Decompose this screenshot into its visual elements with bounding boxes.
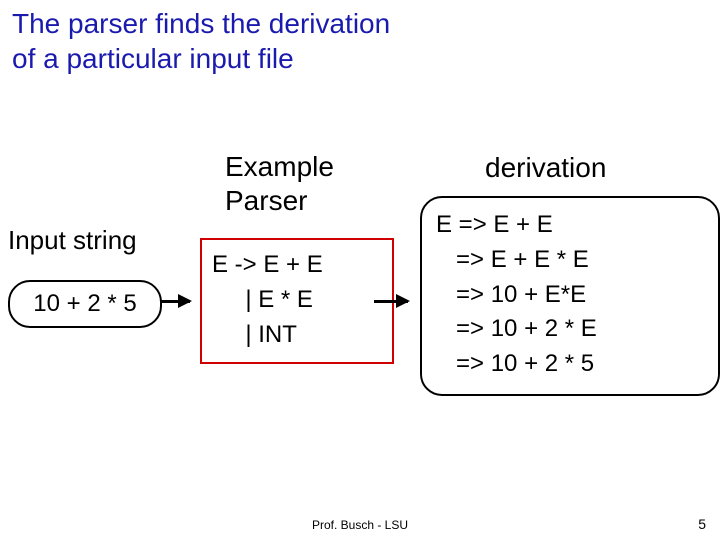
page-number: 5 xyxy=(698,516,706,532)
title-line-1: The parser finds the derivation xyxy=(12,8,390,39)
derivation-line: => 10 + 2 * E xyxy=(436,312,704,347)
grammar-line: | INT xyxy=(212,318,382,353)
parser-title: Example Parser xyxy=(225,150,334,217)
derivation-line: => E + E * E xyxy=(436,243,704,278)
derivation-line: => 10 + 2 * 5 xyxy=(436,347,704,382)
arrow-icon xyxy=(160,300,190,303)
footer-text: Prof. Busch - LSU xyxy=(0,518,720,532)
derivation-line: E => E + E xyxy=(436,208,704,243)
grammar-line: | E * E xyxy=(212,283,382,318)
input-string-value: 10 + 2 * 5 xyxy=(33,290,136,318)
grammar-box: E -> E + E | E * E | INT xyxy=(200,238,394,364)
arrow-icon xyxy=(374,300,408,303)
slide-title: The parser finds the derivation of a par… xyxy=(12,6,390,76)
input-string-label: Input string xyxy=(8,225,137,256)
derivation-title: derivation xyxy=(485,152,606,184)
title-line-2: of a particular input file xyxy=(12,43,294,74)
derivation-box: E => E + E => E + E * E => 10 + E*E => 1… xyxy=(420,196,720,396)
parser-title-line-2: Parser xyxy=(225,185,307,216)
input-string-box: 10 + 2 * 5 xyxy=(8,280,162,328)
grammar-line: E -> E + E xyxy=(212,248,382,283)
derivation-line: => 10 + E*E xyxy=(436,278,704,313)
parser-title-line-1: Example xyxy=(225,151,334,182)
